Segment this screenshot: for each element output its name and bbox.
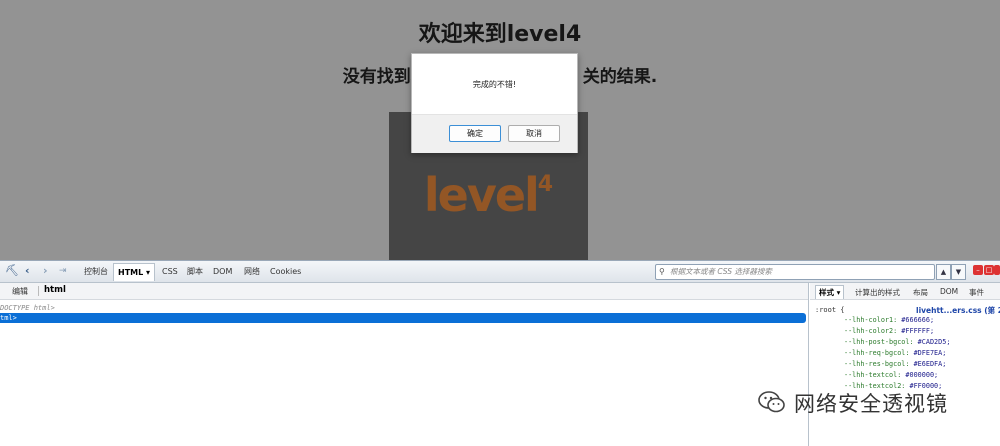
css-selector: :root { xyxy=(815,306,845,314)
css-prop-value: #CAD2D5; xyxy=(917,338,951,346)
style-tabs: 样式 ▾ 计算出的样式 布局 DOM 事件 xyxy=(810,283,1000,300)
css-prop-value: #E6EDFA; xyxy=(913,360,947,368)
search-placeholder: 根据文本或者 CSS 选择器搜索 xyxy=(670,267,772,276)
search-prev-button[interactable]: ▲ xyxy=(936,264,951,280)
tab-style[interactable]: 样式 ▾ xyxy=(815,285,845,299)
cancel-button[interactable]: 取消 xyxy=(508,125,560,142)
wechat-icon xyxy=(758,391,785,413)
css-source-link[interactable]: livehtt...ers.css (第 2 行 xyxy=(916,305,1000,316)
search-input[interactable]: ⚲ 根据文本或者 CSS 选择器搜索 xyxy=(655,264,935,280)
tab-computed-style[interactable]: 计算出的样式 xyxy=(855,287,900,298)
detach-icon[interactable]: □ xyxy=(984,265,994,275)
ok-button[interactable]: 确定 xyxy=(449,125,501,142)
tab-console[interactable]: 控制台 xyxy=(84,266,108,278)
css-property[interactable]: --lhh-color2: #FFFFFF; xyxy=(844,327,934,335)
divider xyxy=(38,286,39,296)
minimize-icon[interactable]: – xyxy=(973,265,983,275)
tab-dom[interactable]: DOM xyxy=(213,266,232,278)
tab-layout[interactable]: 布局 xyxy=(913,287,928,298)
tab-events[interactable]: 事件 xyxy=(969,287,984,298)
css-prop-value: #DFE7EA; xyxy=(913,349,947,357)
css-prop-value: #FFFFFF; xyxy=(901,327,935,335)
css-prop-name: --lhh-req-bgcol: xyxy=(844,349,910,357)
css-prop-name: --lhh-textcol: xyxy=(844,371,902,379)
tab-cookies[interactable]: Cookies xyxy=(270,266,301,278)
css-prop-name: --lhh-color2: xyxy=(844,327,898,335)
css-property[interactable]: --lhh-req-bgcol: #DFE7EA; xyxy=(844,349,946,357)
alert-dialog: 完成的不错! 确定 取消 xyxy=(411,53,578,153)
watermark-text: 网络安全透视镜 xyxy=(794,392,948,416)
edit-button[interactable]: 编辑 xyxy=(12,286,28,297)
style-panel: 样式 ▾ 计算出的样式 布局 DOM 事件 :root { livehtt...… xyxy=(810,283,1000,446)
inspect-icon[interactable]: ⛏ xyxy=(5,264,19,278)
tab-style-dom[interactable]: DOM xyxy=(940,287,958,296)
search-icon: ⚲ xyxy=(659,267,665,276)
css-property[interactable]: --lhh-post-bgcol: #CAD2D5; xyxy=(844,338,950,346)
chevron-down-icon: ▾ xyxy=(146,268,151,277)
tab-css[interactable]: CSS xyxy=(162,266,178,278)
css-prop-value: #000000; xyxy=(905,371,939,379)
step-icon[interactable]: ⇥ xyxy=(59,264,67,278)
css-property[interactable]: --lhh-textcol: #000000; xyxy=(844,371,938,379)
back-icon[interactable]: ‹ xyxy=(25,264,30,278)
css-property[interactable]: --lhh-color1: #666666; xyxy=(844,316,934,324)
tab-network[interactable]: 网络 xyxy=(244,266,260,278)
search-next-button[interactable]: ▼ xyxy=(951,264,966,280)
forward-icon[interactable]: › xyxy=(43,264,48,278)
doctype-line: DOCTYPE html> xyxy=(0,304,55,312)
tab-script[interactable]: 脚本 xyxy=(187,266,203,278)
css-prop-value: #666666; xyxy=(901,316,935,324)
close-icon[interactable] xyxy=(994,265,1000,275)
page-viewport: 欢迎来到level4 没有找到和 关的结果. level4 完成的不错! 确定 取… xyxy=(0,0,1000,260)
devtools-toolbar: ⛏ ‹ › ⇥ 控制台 HTML ▾ CSS 脚本 DOM 网络 Cookies… xyxy=(0,261,1000,283)
selected-node-row[interactable]: tml> xyxy=(0,313,806,323)
alert-message: 完成的不错! xyxy=(472,80,517,89)
css-prop-name: --lhh-color1: xyxy=(844,316,898,324)
html-panel: 编辑 html DOCTYPE html> tml> xyxy=(0,283,809,446)
devtools-panel: ⛏ ‹ › ⇥ 控制台 HTML ▾ CSS 脚本 DOM 网络 Cookies… xyxy=(0,260,1000,446)
css-property[interactable]: --lhh-res-bgcol: #E6EDFA; xyxy=(844,360,946,368)
tab-style-label: 样式 xyxy=(819,288,834,297)
breadcrumb[interactable]: html xyxy=(44,285,66,295)
css-prop-name: --lhh-res-bgcol: xyxy=(844,360,910,368)
html-subtoolbar: 编辑 html xyxy=(0,283,808,300)
chevron-down-icon: ▾ xyxy=(836,288,841,297)
css-prop-name: --lhh-post-bgcol: xyxy=(844,338,914,346)
alert-footer: 确定 取消 xyxy=(412,114,577,153)
tab-html-label: HTML xyxy=(118,268,144,277)
tab-html[interactable]: HTML ▾ xyxy=(113,263,156,281)
